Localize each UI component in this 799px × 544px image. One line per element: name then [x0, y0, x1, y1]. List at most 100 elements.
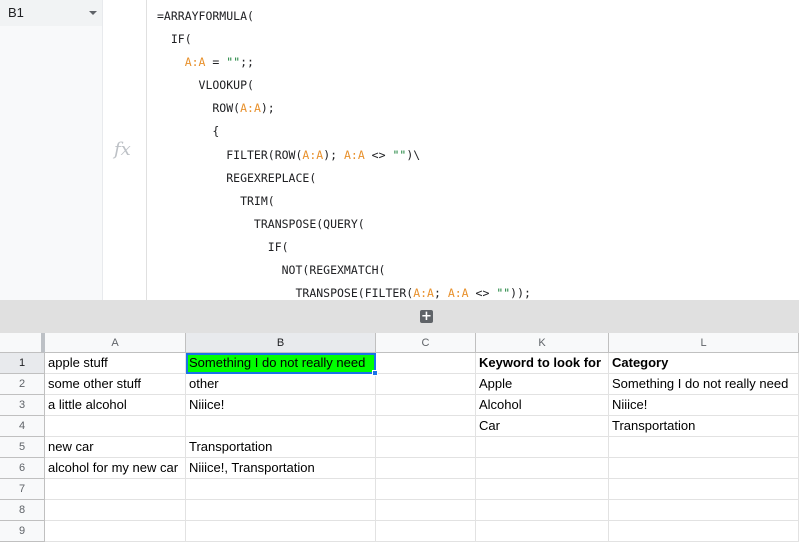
cell[interactable]: [186, 479, 376, 500]
formula-input[interactable]: =ARRAYFORMULA( IF( A:A = "";; VLOOKUP( R…: [157, 5, 531, 305]
cell[interactable]: Niiice!: [609, 395, 799, 416]
formula-token: FILTER(ROW(: [157, 147, 303, 162]
name-box[interactable]: B1: [0, 0, 102, 27]
column-header-k[interactable]: K: [476, 333, 609, 353]
column-header-c[interactable]: C: [376, 333, 476, 353]
cell[interactable]: alcohol for my new car: [45, 458, 186, 479]
cell[interactable]: Apple: [476, 374, 609, 395]
cell[interactable]: [45, 416, 186, 437]
formula-token: ;;: [240, 55, 254, 70]
formula-token: <>: [364, 147, 393, 162]
cell[interactable]: Transportation: [186, 437, 376, 458]
cell[interactable]: [376, 353, 476, 374]
cell[interactable]: [609, 437, 799, 458]
expand-formula-bar-button[interactable]: +: [420, 310, 433, 323]
name-box-panel: [0, 26, 102, 300]
column-header-b[interactable]: B: [186, 333, 376, 353]
formula-bar-resize-strip[interactable]: [0, 300, 799, 333]
formula-line: FILTER(ROW(A:A); A:A <> "")\: [157, 144, 531, 167]
row-header[interactable]: 6: [0, 458, 45, 479]
formula-line: VLOOKUP(: [157, 74, 531, 97]
fill-handle[interactable]: [372, 370, 378, 376]
cell[interactable]: Alcohol: [476, 395, 609, 416]
formula-token: IF(: [157, 32, 192, 47]
formula-line: A:A = "";;: [157, 51, 531, 74]
cell[interactable]: [476, 458, 609, 479]
cell[interactable]: apple stuff: [45, 353, 186, 374]
formula-token: NOT(REGEXMATCH(: [157, 263, 386, 278]
column-header-l[interactable]: L: [609, 333, 799, 353]
formula-line: IF(: [157, 28, 531, 51]
range-reference: A:A: [413, 286, 434, 301]
row-header[interactable]: 1: [0, 353, 45, 374]
row-header[interactable]: 5: [0, 437, 45, 458]
formula-token: )\: [406, 147, 421, 162]
range-reference: A:A: [447, 286, 469, 301]
formula-line: =ARRAYFORMULA(: [157, 5, 531, 28]
cell[interactable]: [186, 416, 376, 437]
formula-token: IF(: [157, 239, 289, 254]
formula-token: REGEXREPLACE(: [157, 170, 317, 185]
cell[interactable]: [45, 521, 186, 542]
select-all-corner[interactable]: [0, 333, 45, 353]
cell[interactable]: [609, 458, 799, 479]
string-literal: "": [496, 286, 511, 301]
string-literal: "": [226, 55, 241, 70]
cell[interactable]: some other stuff: [45, 374, 186, 395]
cell[interactable]: [45, 500, 186, 521]
cell[interactable]: [609, 500, 799, 521]
cell[interactable]: other: [186, 374, 376, 395]
cell[interactable]: Something I do not really need: [609, 374, 799, 395]
cell[interactable]: Car: [476, 416, 609, 437]
cell[interactable]: [376, 500, 476, 521]
divider: [146, 0, 147, 300]
cell[interactable]: Niiice!, Transportation: [186, 458, 376, 479]
formula-token: <>: [468, 286, 497, 301]
row-header[interactable]: 8: [0, 500, 45, 521]
formula-token: {: [157, 124, 220, 139]
formula-token: ROW(: [157, 101, 241, 116]
range-reference: A:A: [240, 101, 261, 116]
cell[interactable]: Keyword to look for: [476, 353, 609, 374]
cell[interactable]: [186, 521, 376, 542]
row-header[interactable]: 4: [0, 416, 45, 437]
cell[interactable]: [186, 500, 376, 521]
row-header[interactable]: 3: [0, 395, 45, 416]
cell[interactable]: [376, 521, 476, 542]
cell[interactable]: [476, 500, 609, 521]
cell[interactable]: [476, 479, 609, 500]
cell[interactable]: Transportation: [609, 416, 799, 437]
fx-icon: fx: [114, 139, 131, 160]
row-header[interactable]: 7: [0, 479, 45, 500]
string-literal: "": [392, 147, 407, 162]
column-header-a[interactable]: A: [45, 333, 186, 353]
row-header[interactable]: 2: [0, 374, 45, 395]
spreadsheet-grid[interactable]: A B C K L 1 apple stuff Something I do not real…: [0, 333, 799, 544]
cell[interactable]: [476, 521, 609, 542]
formula-token: VLOOKUP(: [157, 78, 254, 93]
cell[interactable]: Niiice!: [186, 395, 376, 416]
cell[interactable]: [376, 458, 476, 479]
cell[interactable]: [376, 437, 476, 458]
formula-token: TRIM(: [157, 193, 275, 208]
cell[interactable]: [609, 479, 799, 500]
cell[interactable]: [609, 521, 799, 542]
formula-line: TRIM(: [157, 190, 531, 213]
formula-bar-area: B1 fx =ARRAYFORMULA( IF( A:A = "";; VLOO…: [0, 0, 799, 300]
name-box-value: B1: [8, 5, 24, 20]
cell[interactable]: new car: [45, 437, 186, 458]
cell[interactable]: [45, 479, 186, 500]
formula-line: NOT(REGEXMATCH(: [157, 259, 531, 282]
chevron-down-icon[interactable]: [89, 11, 97, 15]
row-header[interactable]: 9: [0, 521, 45, 542]
cell[interactable]: a little alcohol: [45, 395, 186, 416]
cell[interactable]: [376, 479, 476, 500]
active-cell[interactable]: Something I do not really need: [186, 353, 376, 374]
cell[interactable]: [476, 437, 609, 458]
cell[interactable]: [376, 374, 476, 395]
cell[interactable]: [376, 416, 476, 437]
formula-token: );: [260, 101, 275, 116]
cell[interactable]: Category: [609, 353, 799, 374]
cell[interactable]: [376, 395, 476, 416]
formula-token: ;: [433, 286, 448, 301]
